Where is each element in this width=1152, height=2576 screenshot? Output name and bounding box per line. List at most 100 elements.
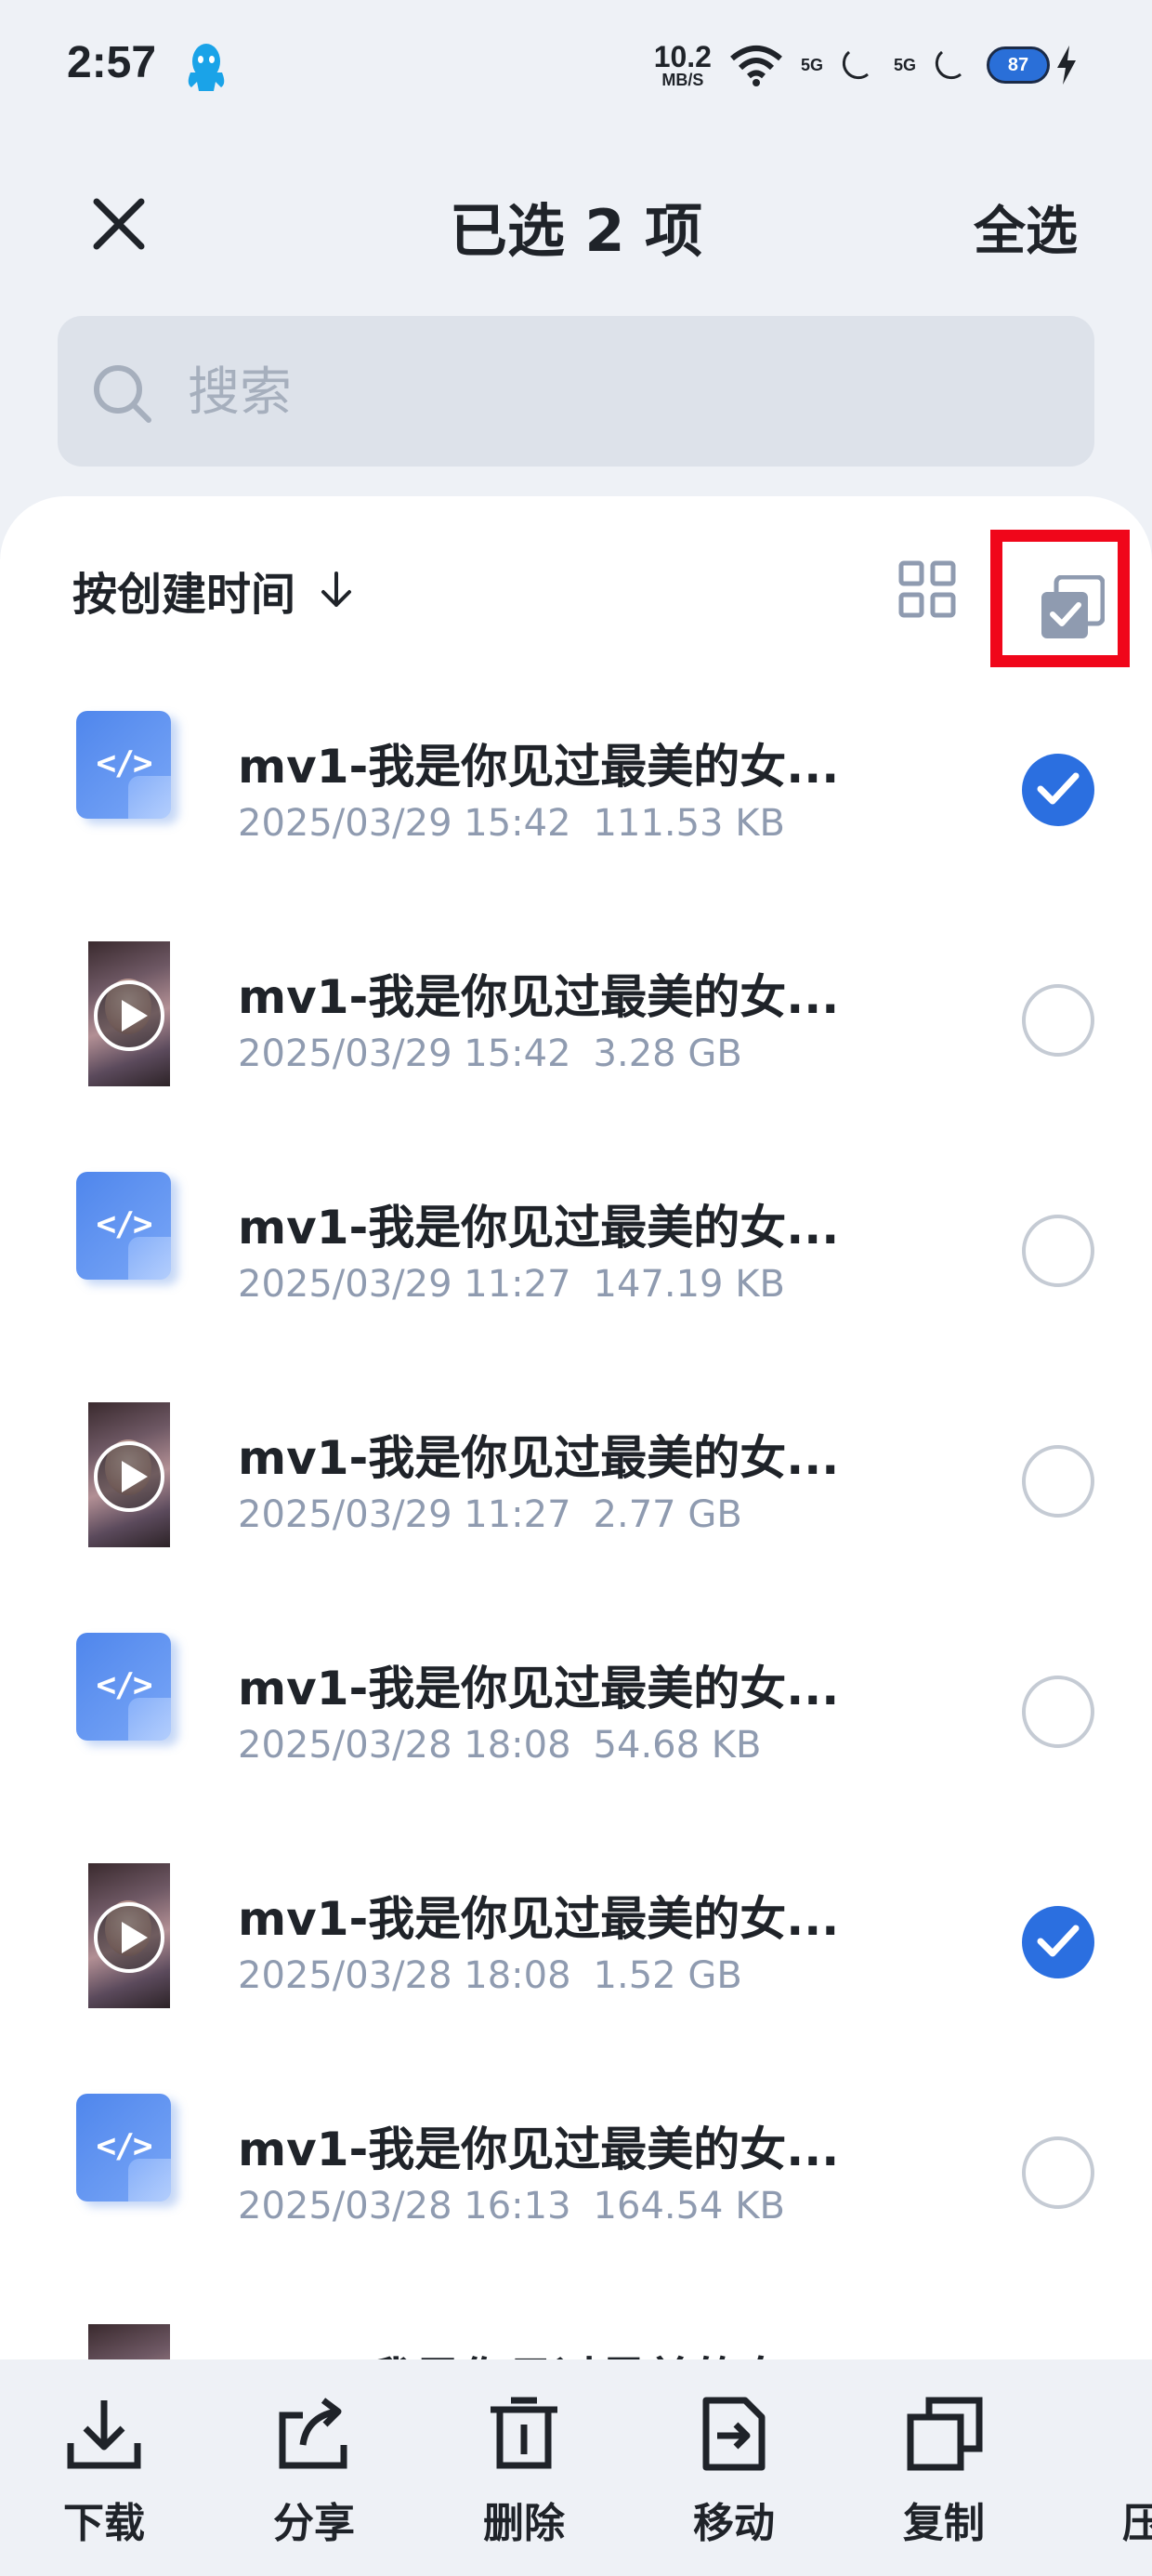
qq-icon bbox=[188, 44, 225, 91]
signal-icon bbox=[935, 50, 962, 80]
file-meta: 2025/03/28 18:08 54.68 KB bbox=[238, 1724, 761, 1767]
status-time: 2:57 bbox=[67, 38, 157, 87]
code-file-icon: </> bbox=[76, 1172, 178, 1283]
compress-label: 压 bbox=[1122, 2500, 1152, 2547]
compress-button[interactable]: 压 bbox=[1080, 2397, 1152, 2549]
video-thumbnail bbox=[88, 2324, 170, 2359]
select-all-button[interactable]: 全选 bbox=[974, 190, 1078, 265]
file-name: mv1-我是你见过最美的女... bbox=[238, 2343, 839, 2359]
video-thumbnail bbox=[88, 1402, 170, 1547]
play-icon bbox=[94, 1441, 164, 1512]
battery-icon: 87 bbox=[987, 46, 1050, 84]
bottom-toolbar: 下载 分享 删除 移动 复制 压 bbox=[0, 2359, 1152, 2576]
file-size: 2.77 GB bbox=[593, 1493, 742, 1536]
play-icon bbox=[94, 980, 164, 1051]
file-meta: 2025/03/29 15:42 111.53 KB bbox=[238, 802, 785, 845]
file-row[interactable]: </> mv1-我是你见过最美的女... 2025/03/28 16:13 164… bbox=[0, 2060, 1152, 2291]
file-name: mv1-我是你见过最美的女... bbox=[238, 1892, 840, 1946]
checkbox-unchecked-icon[interactable] bbox=[1022, 1676, 1094, 1748]
file-row[interactable]: mv1-我是你见过最美的女... 2025/03/29 11:27 2.77 GB bbox=[0, 1369, 1152, 1599]
file-name: mv1-我是你见过最美的女... bbox=[238, 1662, 840, 1715]
file-size: 54.68 KB bbox=[593, 1724, 762, 1767]
net-speed: 10.2 MB/S bbox=[654, 42, 712, 88]
file-meta: 2025/03/29 11:27 147.19 KB bbox=[238, 1263, 785, 1306]
file-name: mv1-我是你见过最美的女... bbox=[238, 740, 840, 794]
file-row[interactable]: mv1-我是你见过最美的女... bbox=[0, 2291, 1152, 2359]
file-date: 2025/03/28 18:08 bbox=[238, 1954, 571, 1997]
checkbox-unchecked-icon[interactable] bbox=[1022, 1215, 1094, 1287]
arrow-down-icon bbox=[321, 572, 352, 607]
file-meta: 2025/03/29 11:27 2.77 GB bbox=[238, 1493, 742, 1536]
battery: 87 bbox=[987, 46, 1078, 85]
file-list: </> mv1-我是你见过最美的女... 2025/03/29 15:42 111… bbox=[0, 677, 1152, 2359]
code-file-icon: </> bbox=[76, 2094, 178, 2205]
copy-button[interactable]: 复制 bbox=[870, 2397, 1018, 2549]
delete-icon bbox=[491, 2397, 557, 2469]
file-row[interactable]: </> mv1-我是你见过最美的女... 2025/03/28 18:08 54.… bbox=[0, 1599, 1152, 1830]
net-speed-unit: MB/S bbox=[661, 71, 704, 89]
sort-label: 按创建时间 bbox=[72, 569, 296, 621]
download-button[interactable]: 下载 bbox=[30, 2397, 178, 2549]
share-button[interactable]: 分享 bbox=[240, 2397, 388, 2549]
copy-label: 复制 bbox=[903, 2500, 985, 2547]
search-box[interactable] bbox=[58, 316, 1094, 467]
checkbox-checked-icon[interactable] bbox=[1022, 1906, 1094, 1978]
code-file-icon: </> bbox=[76, 1633, 178, 1744]
status-icons: 10.2 MB/S 5G 5G 87 bbox=[654, 37, 1078, 93]
delete-label: 删除 bbox=[483, 2500, 565, 2547]
download-icon bbox=[67, 2400, 141, 2469]
search-input[interactable] bbox=[186, 353, 1026, 431]
file-size: 1.52 GB bbox=[593, 1954, 742, 1997]
share-icon bbox=[279, 2398, 347, 2469]
file-panel: 按创建时间 </> mv1-我是你见过最美的女... 2025/03/29 15… bbox=[0, 496, 1152, 2359]
move-label: 移动 bbox=[693, 2500, 775, 2547]
wifi-icon bbox=[730, 46, 782, 86]
grid-view-icon[interactable] bbox=[897, 559, 957, 619]
share-label: 分享 bbox=[273, 2500, 355, 2547]
file-row[interactable]: </> mv1-我是你见过最美的女... 2025/03/29 11:27 147… bbox=[0, 1138, 1152, 1369]
move-button[interactable]: 移动 bbox=[660, 2397, 808, 2549]
file-name: mv1-我是你见过最美的女... bbox=[238, 970, 840, 1024]
file-date: 2025/03/29 15:42 bbox=[238, 1032, 571, 1075]
file-row[interactable]: mv1-我是你见过最美的女... 2025/03/29 15:42 3.28 GB bbox=[0, 908, 1152, 1138]
file-size: 111.53 KB bbox=[593, 802, 785, 845]
checkbox-unchecked-icon[interactable] bbox=[1022, 2136, 1094, 2209]
file-row[interactable]: mv1-我是你见过最美的女... 2025/03/28 18:08 1.52 GB bbox=[0, 1830, 1152, 2060]
file-size: 3.28 GB bbox=[593, 1032, 742, 1075]
code-file-icon: </> bbox=[76, 711, 178, 822]
charging-icon bbox=[1057, 46, 1076, 85]
status-bar: 2:57 10.2 MB/S 5G 5G 87 bbox=[0, 0, 1152, 139]
checkbox-checked-icon[interactable] bbox=[1022, 754, 1094, 826]
file-date: 2025/03/29 11:27 bbox=[238, 1263, 571, 1306]
file-date: 2025/03/29 15:42 bbox=[238, 802, 571, 845]
checkbox-unchecked-icon[interactable] bbox=[1022, 984, 1094, 1057]
file-row[interactable]: </> mv1-我是你见过最美的女... 2025/03/29 15:42 111… bbox=[0, 677, 1152, 908]
video-thumbnail bbox=[88, 941, 170, 1086]
compress-icon bbox=[1115, 2397, 1152, 2471]
multi-select-highlight[interactable] bbox=[990, 530, 1130, 667]
checkbox-unchecked-icon[interactable] bbox=[1022, 1445, 1094, 1518]
sort-button[interactable]: 按创建时间 bbox=[72, 558, 357, 623]
file-date: 2025/03/29 11:27 bbox=[238, 1493, 571, 1536]
multi-select-icon[interactable] bbox=[1040, 575, 1105, 640]
file-name: mv1-我是你见过最美的女... bbox=[238, 1431, 840, 1485]
signal-label-1: 5G bbox=[800, 55, 823, 74]
delete-button[interactable]: 删除 bbox=[450, 2397, 598, 2549]
signal-icon bbox=[842, 50, 869, 80]
play-icon bbox=[94, 1902, 164, 1973]
net-speed-value: 10.2 bbox=[653, 40, 712, 73]
video-thumbnail bbox=[88, 1863, 170, 2008]
download-label: 下载 bbox=[63, 2500, 145, 2547]
search-icon bbox=[94, 365, 151, 423]
copy-icon bbox=[907, 2397, 983, 2471]
file-meta: 2025/03/28 16:13 164.54 KB bbox=[238, 2185, 785, 2228]
file-size: 164.54 KB bbox=[593, 2185, 785, 2228]
file-meta: 2025/03/28 18:08 1.52 GB bbox=[238, 1954, 742, 1997]
file-date: 2025/03/28 16:13 bbox=[238, 2185, 571, 2228]
file-date: 2025/03/28 18:08 bbox=[238, 1724, 571, 1767]
signal-label-2: 5G bbox=[893, 55, 916, 74]
file-name: mv1-我是你见过最美的女... bbox=[238, 1201, 840, 1255]
move-icon bbox=[702, 2397, 766, 2471]
file-size: 147.19 KB bbox=[593, 1263, 785, 1306]
file-meta: 2025/03/29 15:42 3.28 GB bbox=[238, 1032, 742, 1075]
